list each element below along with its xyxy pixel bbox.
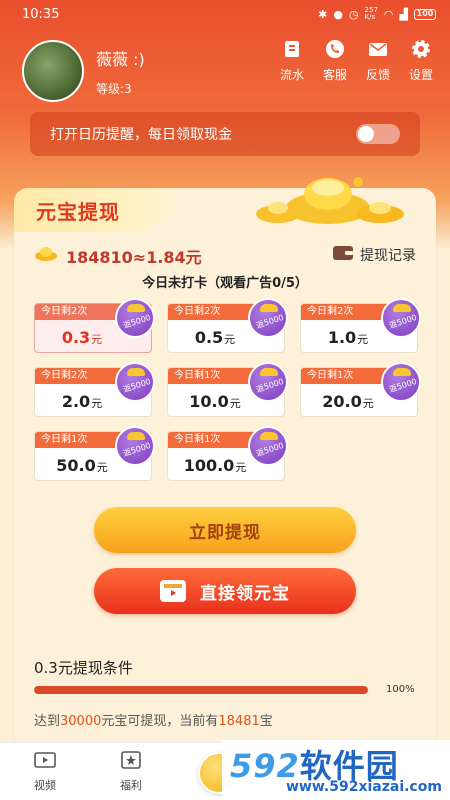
gold-ingot-decoration <box>248 168 408 232</box>
phone-icon <box>324 38 346 60</box>
ingot-icon <box>34 246 58 266</box>
status-icons: ✱ ● ◷ 257 K/s ◠ ▟ 100 <box>318 7 436 21</box>
withdraw-option[interactable]: 今日剩2次 1.0元 返5000 <box>300 298 421 353</box>
service-button[interactable]: 客服 <box>320 38 350 83</box>
option-amount: 1.0元 <box>327 328 369 347</box>
bluetooth-icon: ✱ <box>318 7 328 21</box>
bonus-badge: 返5000 <box>115 426 155 466</box>
condition-title: 0.3元提现条件 <box>34 659 133 677</box>
status-time: 10:35 <box>22 6 60 22</box>
condition-progress-fill <box>34 686 368 694</box>
video-icon <box>160 580 186 602</box>
calendar-reminder-toggle[interactable] <box>356 124 400 144</box>
bonus-badge: 返5000 <box>381 298 421 338</box>
withdraw-option[interactable]: 今日剩1次 20.0元 返5000 <box>300 362 421 417</box>
option-amount: 2.0元 <box>61 392 103 411</box>
calendar-reminder-text: 打开日历提醒，每日领取现金 <box>50 127 232 143</box>
withdraw-history-label: 提现记录 <box>360 248 416 264</box>
condition-progress-bar <box>34 686 368 694</box>
user-profile[interactable]: 薇薇 :) 等级:3 <box>22 40 145 102</box>
condition-progress-label: 100% <box>386 684 415 695</box>
option-amount: 0.3元 <box>61 328 103 347</box>
signal-icon: ▟ <box>399 7 408 21</box>
gear-icon <box>410 38 432 60</box>
option-amount: 0.5元 <box>194 328 236 347</box>
bonus-badge: 返5000 <box>381 362 421 402</box>
bonus-badge: 返5000 <box>115 362 155 402</box>
video-icon <box>34 751 56 773</box>
top-actions: 流水 客服 反馈 设置 <box>277 38 436 83</box>
option-amount: 100.0元 <box>183 456 247 475</box>
option-amount: 50.0元 <box>56 456 108 475</box>
bonus-badge: 返5000 <box>248 426 288 466</box>
tab-video-label: 视频 <box>34 779 56 792</box>
calendar-reminder: 打开日历提醒，每日领取现金 <box>30 112 420 156</box>
claim-ingot-label: 直接领元宝 <box>200 583 290 604</box>
bonus-badge: 返5000 <box>248 298 288 338</box>
withdraw-option[interactable]: 今日剩1次 10.0元 返5000 <box>167 362 288 417</box>
alarm-icon: ◷ <box>348 7 359 21</box>
feedback-label: 反馈 <box>365 68 390 82</box>
settings-label: 设置 <box>408 68 433 82</box>
withdraw-option[interactable]: 今日剩1次 100.0元 返5000 <box>167 426 288 481</box>
mail-icon <box>367 38 389 60</box>
option-amount: 10.0元 <box>189 392 241 411</box>
withdraw-option[interactable]: 今日剩2次 0.5元 返5000 <box>167 298 288 353</box>
feedback-button[interactable]: 反馈 <box>363 38 393 83</box>
option-amount: 20.0元 <box>322 392 374 411</box>
nickname: 薇薇 :) <box>96 49 145 69</box>
user-level: 等级:3 <box>96 81 132 96</box>
card-title: 元宝提现 <box>36 200 120 224</box>
watermark-url: www.592xiazai.com <box>286 779 442 795</box>
balance: 184810≈1.84元 <box>34 244 202 268</box>
service-label: 客服 <box>322 68 347 82</box>
withdraw-history-link[interactable]: 提现记录 <box>332 244 416 266</box>
condition-text: 达到30000元宝可提现，当前有18481宝 <box>34 714 273 729</box>
withdraw-option[interactable]: 今日剩2次 0.3元 返5000 <box>34 298 155 353</box>
withdraw-option[interactable]: 今日剩1次 50.0元 返5000 <box>34 426 155 481</box>
tab-video[interactable]: 视频 <box>20 751 70 793</box>
withdraw-options: 今日剩2次 0.3元 返5000 今日剩2次 0.5元 返5000 今日剩2次 … <box>34 298 421 481</box>
settings-button[interactable]: 设置 <box>406 38 436 83</box>
status-bar: 10:35 ✱ ● ◷ 257 K/s ◠ ▟ 100 <box>0 0 450 28</box>
flow-button[interactable]: 流水 <box>277 38 307 83</box>
battery-icon: 100 <box>414 8 436 20</box>
bonus-badge: 返5000 <box>248 362 288 402</box>
flow-label: 流水 <box>279 68 304 82</box>
claim-ingot-button[interactable]: 直接领元宝 <box>94 568 356 614</box>
wifi-icon: ◠ <box>383 7 394 21</box>
withdraw-option[interactable]: 今日剩2次 2.0元 返5000 <box>34 362 155 417</box>
tab-welfare-label: 福利 <box>120 779 142 792</box>
tab-welfare[interactable]: 福利 <box>106 751 156 793</box>
profile-info: 薇薇 :) 等级:3 <box>96 46 145 97</box>
checkin-status: 今日未打卡（观看广告0/5） <box>142 276 308 291</box>
withdraw-now-button[interactable]: 立即提现 <box>94 507 356 553</box>
balance-text: 184810≈1.84元 <box>66 248 202 267</box>
star-icon <box>121 751 141 773</box>
wallet-icon <box>332 244 354 266</box>
bonus-badge: 返5000 <box>115 298 155 338</box>
speed-text: 257 K/s <box>364 6 378 21</box>
avatar[interactable] <box>22 40 84 102</box>
location-icon: ● <box>333 7 343 21</box>
wallet-icon <box>281 38 303 60</box>
